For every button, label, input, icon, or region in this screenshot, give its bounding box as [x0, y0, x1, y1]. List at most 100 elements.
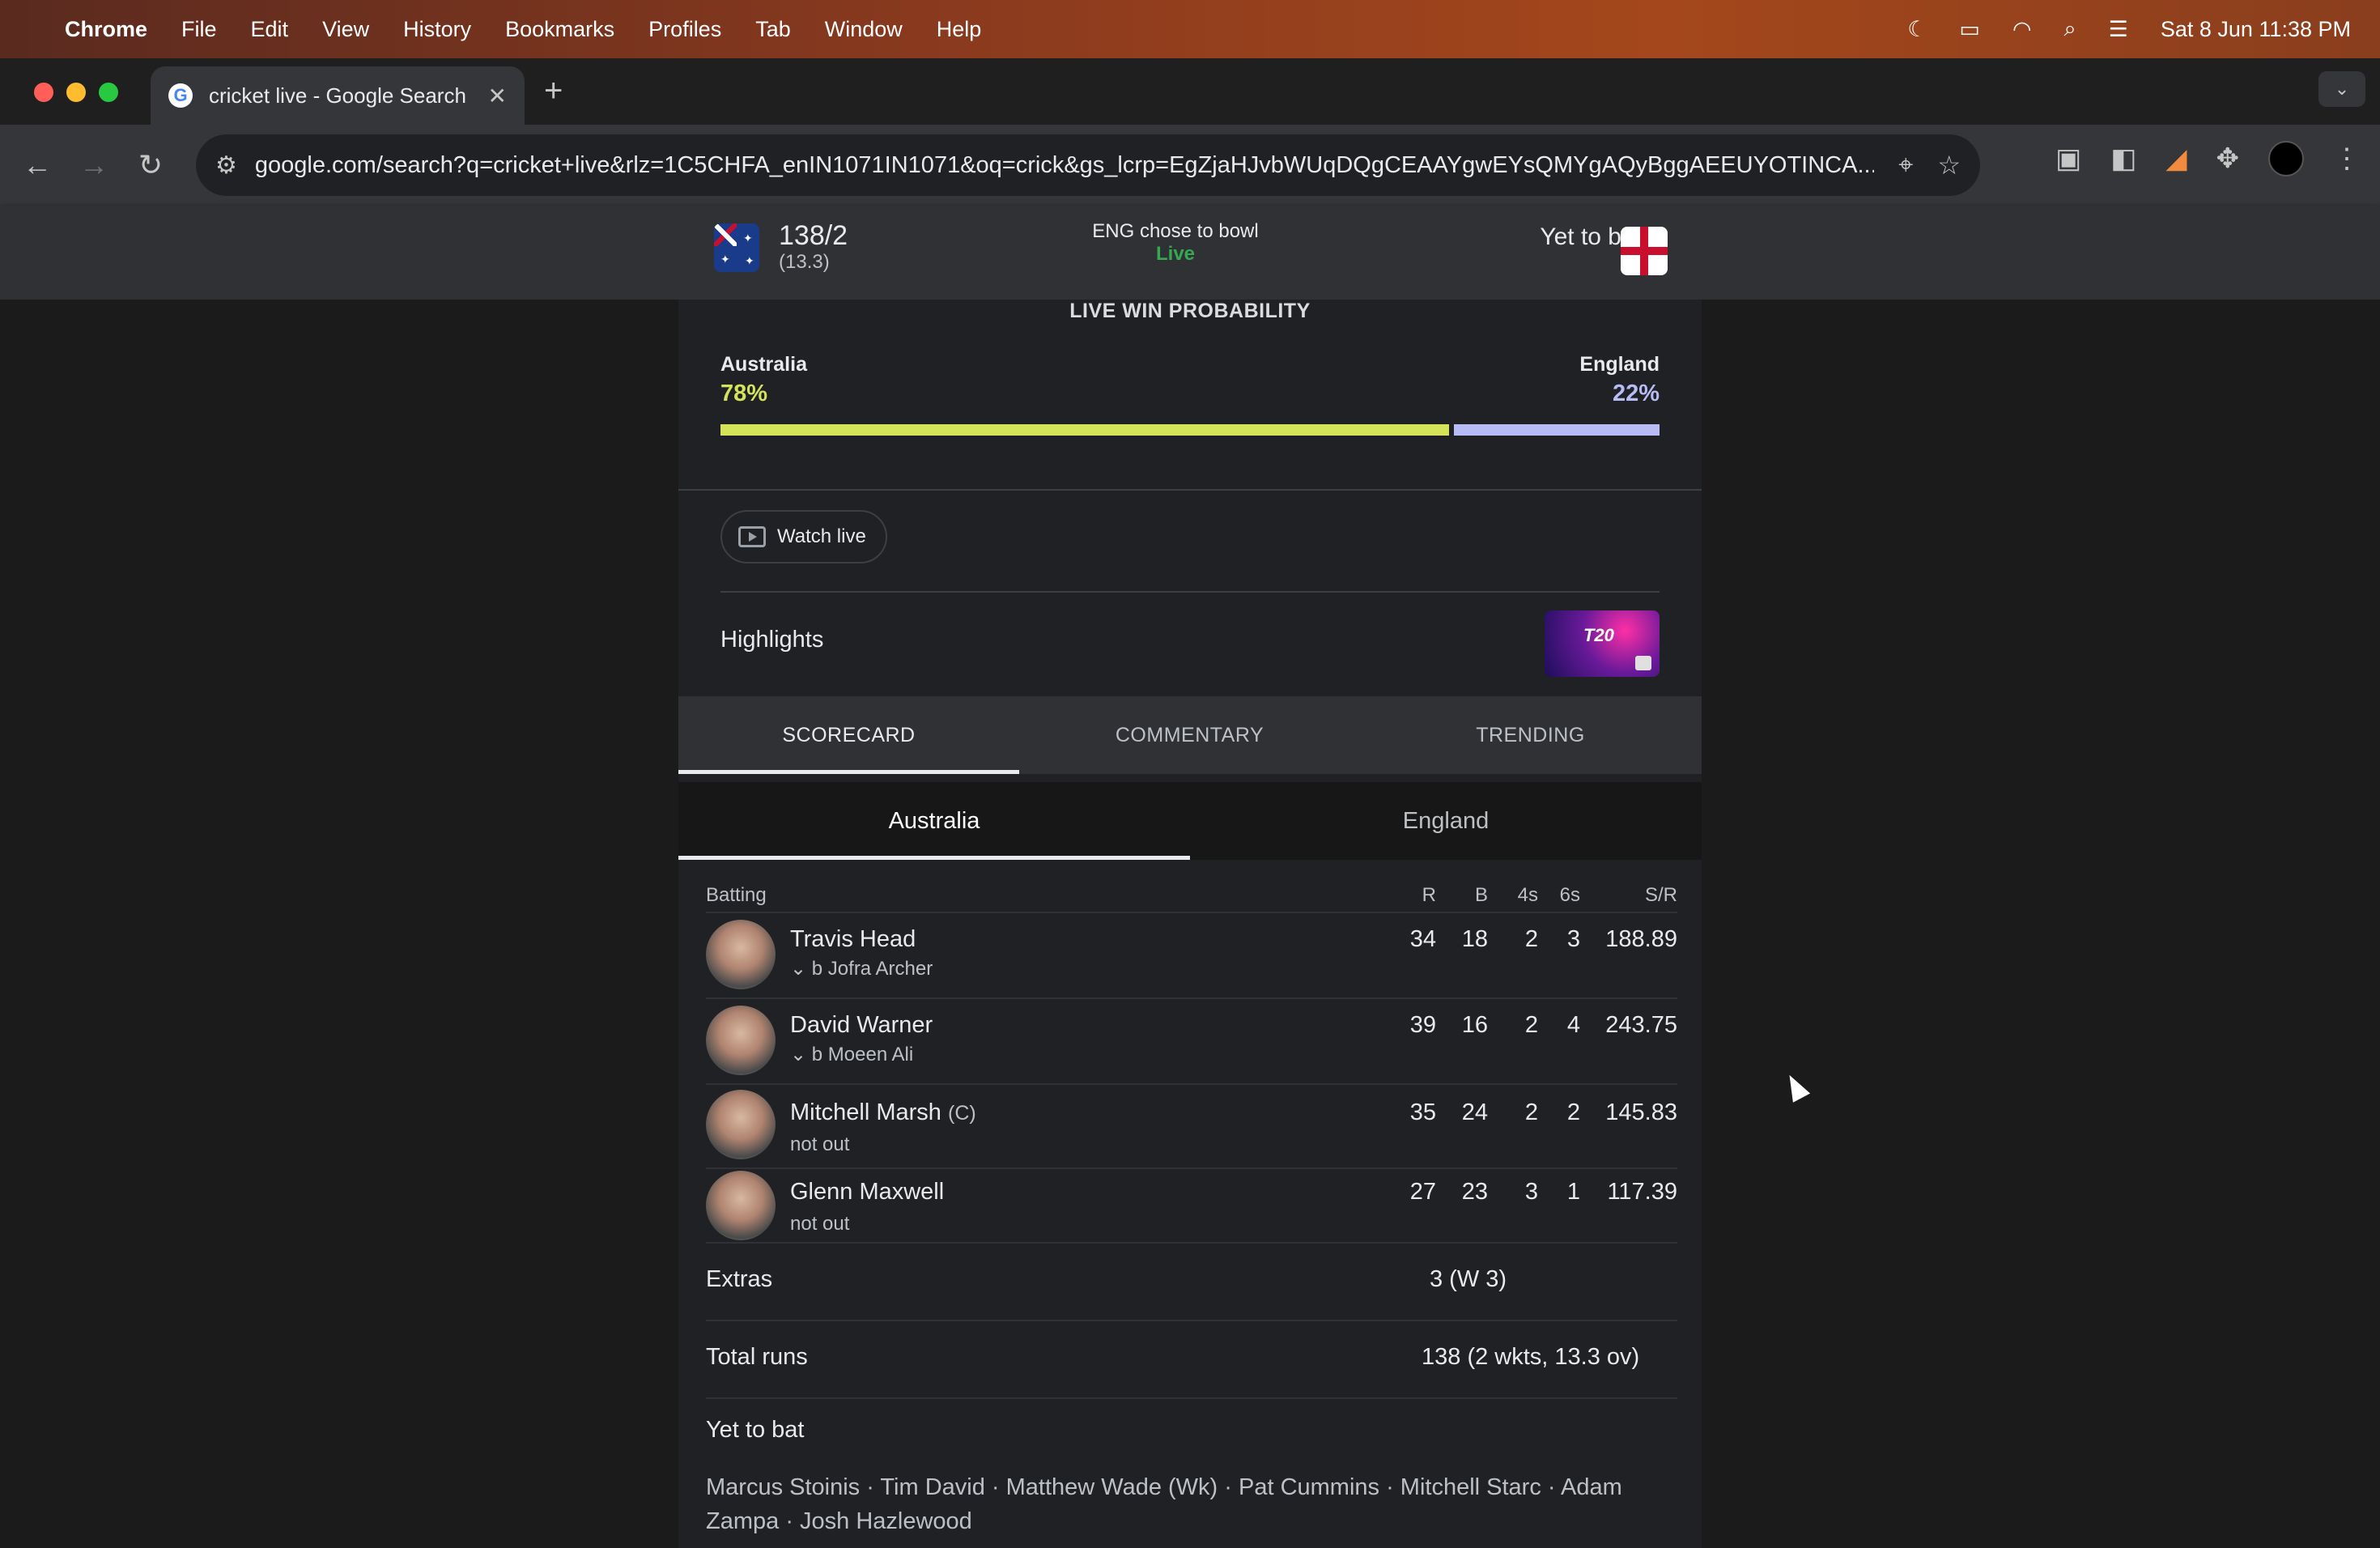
player-name-wrap[interactable]: Mitchell Marsh (C) — [790, 1099, 976, 1126]
zoom-window-button[interactable] — [99, 83, 118, 102]
player-balls: 18 — [1461, 926, 1488, 952]
player-avatar — [706, 1090, 776, 1159]
watch-live-label: Watch live — [777, 525, 866, 547]
batting-row[interactable]: Mitchell Marsh (C) not out 35 24 2 2 145… — [706, 1090, 1677, 1167]
row-divider — [706, 1242, 1677, 1244]
batting-row[interactable]: Travis Head ⌄ b Jofra Archer 34 18 2 3 1… — [706, 920, 1677, 997]
player-strike-rate: 243.75 — [1605, 1012, 1677, 1038]
menu-tab[interactable]: Tab — [755, 17, 791, 42]
player-fours: 2 — [1524, 1099, 1538, 1125]
menubar-clock[interactable]: Sat 8 Jun 11:38 PM — [2161, 17, 2351, 42]
player-balls: 24 — [1461, 1099, 1488, 1125]
player-name[interactable]: David Warner — [790, 1012, 933, 1039]
menu-app-chrome[interactable]: Chrome — [65, 17, 147, 42]
chrome-menu-kebab-icon[interactable]: ⋮ — [2333, 142, 2361, 175]
toss-info: ENG chose to bowl — [1092, 220, 1259, 242]
australia-score: 138/2 — [779, 220, 848, 251]
menu-window[interactable]: Window — [825, 17, 903, 42]
wifi-icon[interactable]: ◠ — [2012, 17, 2032, 42]
extension-orange-icon[interactable]: ◢ — [2165, 142, 2187, 175]
live-status-badge: Live — [1155, 243, 1196, 265]
extensions-puzzle-icon[interactable]: ✥ — [2216, 142, 2240, 175]
australia-overs: (13.3) — [779, 251, 830, 273]
minimize-window-button[interactable] — [66, 83, 86, 102]
player-dismissal[interactable]: ⌄ b Moeen Ali — [790, 1043, 913, 1066]
menu-history[interactable]: History — [403, 17, 471, 42]
row-divider — [706, 1320, 1677, 1321]
team-tab-australia[interactable]: Australia — [678, 782, 1190, 860]
player-name[interactable]: Travis Head — [790, 926, 916, 953]
reload-icon[interactable]: ↻ — [131, 148, 170, 182]
batting-row[interactable]: David Warner ⌄ b Moeen Ali 39 16 2 4 243… — [706, 1006, 1677, 1083]
total-runs-value: 138 (2 wkts, 13.3 ov) — [1422, 1344, 1640, 1370]
close-window-button[interactable] — [34, 83, 53, 102]
batting-header: Batting R B 4s 6s S/R — [706, 884, 1677, 912]
player-sixes: 1 — [1566, 1179, 1580, 1205]
picture-in-picture-icon[interactable]: ◧ — [2110, 142, 2136, 175]
batting-row[interactable]: Glenn Maxwell not out 27 23 3 1 117.39 — [706, 1171, 1677, 1248]
col-strike-rate: S/R — [1644, 884, 1677, 906]
tab-commentary[interactable]: COMMENTARY — [1019, 696, 1360, 774]
macos-menubar: Chrome File Edit View History Bookmarks … — [0, 0, 2380, 58]
player-balls: 23 — [1461, 1179, 1488, 1205]
player-sixes: 3 — [1566, 926, 1580, 952]
win-probability-title: LIVE WIN PROBABILITY — [1069, 300, 1311, 322]
menu-file[interactable]: File — [181, 17, 217, 42]
col-runs: R — [1422, 884, 1436, 906]
player-sixes: 4 — [1566, 1012, 1580, 1038]
address-bar[interactable]: ⚙ google.com/search?q=cricket+live&rlz=1… — [196, 134, 1980, 196]
back-arrow-icon[interactable]: ← — [18, 148, 57, 182]
t20-logo-text: T20 — [1583, 625, 1614, 645]
extension-image-icon[interactable]: ▣ — [2055, 142, 2081, 175]
divider — [720, 591, 1660, 593]
close-tab-icon[interactable]: ✕ — [488, 83, 507, 109]
england-status: Yet to bat — [1540, 223, 1642, 250]
player-fours: 2 — [1524, 1012, 1538, 1038]
player-name[interactable]: Glenn Maxwell — [790, 1179, 944, 1206]
total-runs-label: Total runs — [706, 1344, 808, 1370]
forward-arrow-icon[interactable]: → — [74, 148, 113, 182]
bookmark-star-icon[interactable]: ☆ — [1937, 150, 1961, 181]
highlights-label[interactable]: Highlights — [720, 627, 823, 653]
menu-profiles[interactable]: Profiles — [648, 17, 721, 42]
focus-moon-icon[interactable]: ☾ — [1907, 17, 1927, 42]
player-dismissal[interactable]: ⌄ b Jofra Archer — [790, 957, 933, 980]
win-probability-bar-england — [1454, 424, 1660, 436]
menu-bookmarks[interactable]: Bookmarks — [505, 17, 614, 42]
address-url[interactable]: google.com/search?q=cricket+live&rlz=1C5… — [255, 152, 1874, 179]
browser-tab-active[interactable]: G cricket live - Google Search ✕ — [151, 66, 525, 125]
menu-view[interactable]: View — [322, 17, 369, 42]
tab-search-chevron-icon[interactable]: ⌄ — [2318, 71, 2365, 107]
batting-label: Batting — [706, 884, 767, 906]
spotlight-search-icon[interactable]: ⌕ — [2064, 16, 2076, 42]
site-settings-icon[interactable]: ⚙ — [215, 151, 237, 180]
win-probability-team-left: Australia — [720, 353, 807, 376]
new-tab-plus-icon[interactable]: + — [544, 73, 563, 109]
highlights-thumbnail[interactable]: T20 — [1545, 610, 1660, 677]
menu-edit[interactable]: Edit — [251, 17, 289, 42]
tab-scorecard[interactable]: SCORECARD — [678, 696, 1019, 774]
watch-live-button[interactable]: Watch live — [720, 510, 887, 563]
yet-to-bat-list: Marcus Stoinis · Tim David · Matthew Wad… — [706, 1474, 1622, 1534]
tab-title: cricket live - Google Search — [209, 83, 466, 108]
row-divider — [706, 912, 1677, 913]
menu-help[interactable]: Help — [937, 17, 982, 42]
battery-icon[interactable]: ▭ — [1959, 17, 1980, 42]
player-balls: 16 — [1461, 1012, 1488, 1038]
player-runs: 39 — [1409, 1012, 1436, 1038]
win-probability-bar-australia — [720, 424, 1449, 436]
menubar-status-area: ☾ ▭ ◠ ⌕ ☰ Sat 8 Jun 11:38 PM — [1907, 16, 2351, 42]
tab-trending[interactable]: TRENDING — [1360, 696, 1701, 774]
col-balls: B — [1474, 884, 1488, 906]
player-strike-rate: 145.83 — [1605, 1099, 1677, 1125]
profile-avatar[interactable] — [2268, 141, 2304, 176]
control-center-icon[interactable]: ☰ — [2109, 17, 2128, 42]
toolbar-extensions: ▣ ◧ ◢ ✥ ⋮ — [2055, 141, 2361, 176]
location-pin-icon[interactable]: ⌖ — [1898, 150, 1913, 181]
team-tab-england[interactable]: England — [1190, 782, 1702, 860]
player-fours: 3 — [1524, 1179, 1538, 1205]
video-play-icon — [1635, 656, 1651, 670]
player-fours: 2 — [1524, 926, 1538, 952]
window-controls — [34, 83, 118, 102]
row-divider — [706, 1167, 1677, 1169]
